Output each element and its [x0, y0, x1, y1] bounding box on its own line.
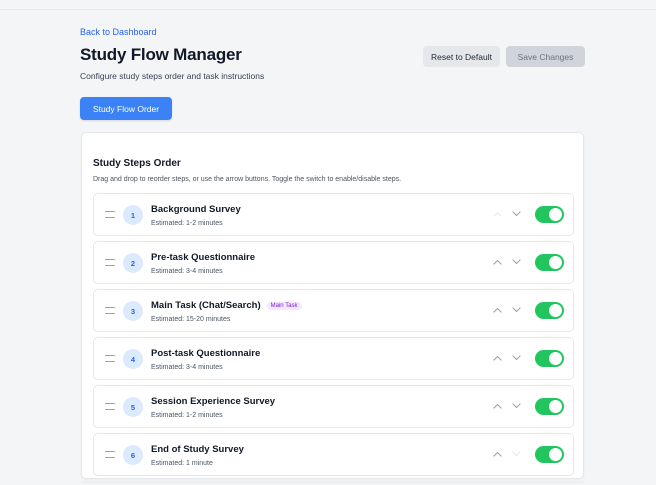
- toggle-knob: [549, 208, 562, 221]
- toggle-knob: [549, 256, 562, 269]
- step-title: Post-task Questionnaire: [151, 348, 260, 359]
- chevron-down-icon: [511, 259, 521, 265]
- move-up-button[interactable]: [490, 447, 504, 461]
- step-row[interactable]: 3 Main Task (Chat/Search) Main Task Esti…: [93, 289, 574, 332]
- step-estimate: Estimated: 1-2 minutes: [151, 412, 223, 419]
- step-estimate: Estimated: 15-20 minutes: [151, 316, 231, 323]
- chevron-up-icon: [492, 403, 502, 409]
- move-down-button[interactable]: [509, 207, 523, 221]
- chevron-up-icon: [492, 211, 502, 217]
- step-number-badge: 2: [123, 253, 143, 273]
- save-changes-button[interactable]: Save Changes: [506, 46, 585, 67]
- step-title-text: Pre-task Questionnaire: [151, 252, 256, 263]
- chevron-down-icon: [511, 307, 521, 313]
- move-up-button[interactable]: [490, 399, 504, 413]
- toggle-knob: [549, 304, 562, 317]
- step-estimate: Estimated: 1 minute: [151, 460, 213, 467]
- step-title: Background Survey: [151, 204, 241, 215]
- main-task-badge: Main Task: [266, 301, 302, 310]
- card-shadow: [81, 481, 584, 485]
- step-title-text: Background Survey: [151, 204, 241, 215]
- step-estimate: Estimated: 3-4 minutes: [151, 268, 223, 275]
- step-number-badge: 6: [123, 445, 143, 465]
- move-up-button[interactable]: [490, 255, 504, 269]
- step-row[interactable]: 6 End of Study Survey Estimated: 1 minut…: [93, 433, 574, 476]
- tab-study-flow-order[interactable]: Study Flow Order: [80, 97, 172, 120]
- toggle-knob: [549, 448, 562, 461]
- step-enable-toggle[interactable]: [535, 302, 564, 319]
- step-enable-toggle[interactable]: [535, 206, 564, 223]
- drag-handle-icon[interactable]: [105, 451, 115, 458]
- chevron-up-icon: [492, 259, 502, 265]
- step-row[interactable]: 2 Pre-task Questionnaire Estimated: 3-4 …: [93, 241, 574, 284]
- back-to-dashboard-link[interactable]: Back to Dashboard: [80, 27, 157, 37]
- chevron-down-icon: [511, 355, 521, 361]
- move-down-button[interactable]: [509, 255, 523, 269]
- step-number-badge: 5: [123, 397, 143, 417]
- move-down-button[interactable]: [509, 303, 523, 317]
- step-enable-toggle[interactable]: [535, 446, 564, 463]
- step-enable-toggle[interactable]: [535, 350, 564, 367]
- card-title: Study Steps Order: [93, 158, 181, 169]
- move-down-button[interactable]: [509, 351, 523, 365]
- move-down-button[interactable]: [509, 399, 523, 413]
- chevron-down-icon: [511, 451, 521, 457]
- page-title: Study Flow Manager: [80, 45, 242, 64]
- step-title: Session Experience Survey: [151, 396, 275, 407]
- move-up-button[interactable]: [490, 303, 504, 317]
- move-down-button[interactable]: [509, 447, 523, 461]
- step-title-text: Session Experience Survey: [151, 396, 276, 407]
- drag-handle-icon[interactable]: [105, 211, 115, 218]
- page-subtitle: Configure study steps order and task ins…: [80, 71, 265, 81]
- chevron-up-icon: [492, 451, 502, 457]
- toggle-knob: [549, 400, 562, 413]
- step-row[interactable]: 5 Session Experience Survey Estimated: 1…: [93, 385, 574, 428]
- drag-handle-icon[interactable]: [105, 307, 115, 314]
- step-number-badge: 1: [123, 205, 143, 225]
- step-title-text: Post-task Questionnaire: [151, 348, 261, 359]
- step-number-badge: 4: [123, 349, 143, 369]
- step-number-badge: 3: [123, 301, 143, 321]
- step-title-text: Main Task (Chat/Search): [151, 300, 261, 311]
- step-row[interactable]: 4 Post-task Questionnaire Estimated: 3-4…: [93, 337, 574, 380]
- step-estimate: Estimated: 3-4 minutes: [151, 364, 223, 371]
- move-up-button[interactable]: [490, 207, 504, 221]
- step-title-text: End of Study Survey: [151, 444, 244, 455]
- step-enable-toggle[interactable]: [535, 254, 564, 271]
- scrollbar-track: [656, 0, 672, 485]
- card-description: Drag and drop to reorder steps, or use t…: [93, 176, 402, 183]
- chevron-down-icon: [511, 403, 521, 409]
- chevron-down-icon: [511, 211, 521, 217]
- step-title: End of Study Survey: [151, 444, 244, 455]
- drag-handle-icon[interactable]: [105, 355, 115, 362]
- chevron-up-icon: [492, 307, 502, 313]
- toggle-knob: [549, 352, 562, 365]
- step-estimate: Estimated: 1-2 minutes: [151, 220, 223, 227]
- top-border: [0, 0, 656, 10]
- drag-handle-icon[interactable]: [105, 403, 115, 410]
- drag-handle-icon[interactable]: [105, 259, 115, 266]
- step-title: Pre-task Questionnaire: [151, 252, 255, 263]
- step-title: Main Task (Chat/Search) Main Task: [151, 300, 302, 311]
- move-up-button[interactable]: [490, 351, 504, 365]
- step-row[interactable]: 1 Background Survey Estimated: 1-2 minut…: [93, 193, 574, 236]
- study-steps-card: Study Steps Order Drag and drop to reord…: [81, 132, 584, 479]
- chevron-up-icon: [492, 355, 502, 361]
- steps-list: 1 Background Survey Estimated: 1-2 minut…: [93, 193, 574, 481]
- page: Back to Dashboard Study Flow Manager Con…: [0, 11, 656, 485]
- step-enable-toggle[interactable]: [535, 398, 564, 415]
- reset-to-default-button[interactable]: Reset to Default: [423, 46, 500, 67]
